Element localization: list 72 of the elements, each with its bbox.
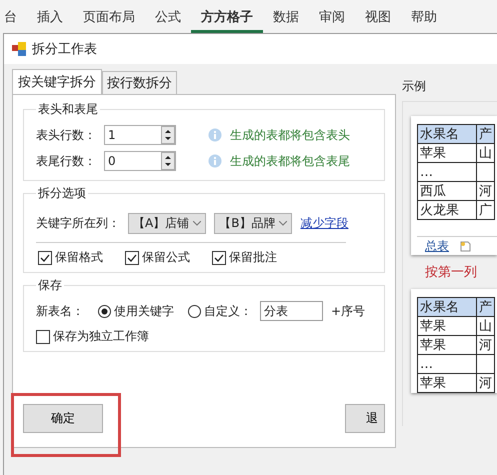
- checkbox-label: 保留格式: [55, 249, 103, 266]
- radio-button[interactable]: [98, 304, 111, 318]
- checkbox[interactable]: [36, 330, 50, 344]
- spin-field[interactable]: 0: [104, 151, 176, 171]
- table-cell: 苹果: [418, 336, 476, 354]
- table-cell: 山: [476, 316, 494, 336]
- table-cell: 山: [476, 144, 494, 162]
- ribbon-tab[interactable]: 插入: [27, 0, 73, 33]
- table-cell: 产: [476, 298, 494, 316]
- window-title: 拆分工作表: [32, 41, 97, 58]
- ribbon-tab[interactable]: 页面布局: [73, 0, 145, 33]
- table-cell: 西瓜: [418, 182, 476, 200]
- ribbon-tab[interactable]: 台: [0, 0, 27, 33]
- table-cell: 火龙果: [418, 200, 476, 220]
- table-cell: 苹果: [418, 144, 476, 162]
- ok-button[interactable]: 确定: [23, 404, 103, 433]
- checkbox[interactable]: [38, 250, 52, 264]
- caption-text: 按第一列: [424, 264, 478, 281]
- field-label: 表头行数：: [36, 126, 96, 144]
- table-cell: …: [418, 162, 476, 182]
- info-icon: [208, 128, 222, 142]
- table-cell: 水果名: [418, 124, 476, 144]
- group-title: 保存: [37, 277, 63, 294]
- table-cell: 水果名: [418, 298, 476, 316]
- group-title: 表头和表尾: [37, 101, 99, 118]
- table-cell: 河: [476, 336, 494, 354]
- ribbon-tab[interactable]: 数据: [263, 0, 309, 33]
- table-cell: 苹果: [418, 316, 476, 336]
- new-sheet-icon: [459, 240, 471, 252]
- reduce-fields-link[interactable]: 减少字段: [300, 214, 348, 232]
- ribbon-tab[interactable]: 视图: [355, 0, 401, 33]
- caret-icon: [193, 220, 202, 226]
- table-cell: 河: [476, 374, 494, 392]
- tab[interactable]: 按关键字拆分: [12, 69, 102, 94]
- ribbon-tab[interactable]: 公式: [145, 0, 191, 33]
- table-cell: …: [418, 354, 476, 374]
- hint-text: 生成的表都将包含表头: [230, 126, 350, 144]
- table-cell: [476, 354, 494, 374]
- group-title: 示例: [402, 78, 427, 95]
- spin-arrows-icon[interactable]: [161, 126, 175, 144]
- table-cell: 广: [476, 200, 494, 220]
- table-cell: 河: [476, 182, 494, 200]
- field-label: 新表名：: [36, 302, 84, 320]
- spin-field[interactable]: 1: [104, 125, 176, 145]
- group-title: 拆分选项: [37, 185, 87, 202]
- checkbox[interactable]: [125, 250, 139, 264]
- radio-button[interactable]: [188, 304, 201, 318]
- table-cell: 苹果: [418, 374, 476, 392]
- field-label: 表尾行数：: [36, 152, 96, 170]
- app-icon: [12, 42, 26, 56]
- ribbon-tab[interactable]: 审阅: [309, 0, 355, 33]
- suffix-label: +序号: [331, 302, 366, 320]
- info-icon: [208, 154, 222, 168]
- checkbox-label: 保存为独立工作簿: [53, 328, 149, 345]
- radio-label: 自定义：: [204, 302, 252, 320]
- tab[interactable]: 按行数拆分: [102, 71, 177, 94]
- checkbox[interactable]: [212, 250, 226, 264]
- checkbox-label: 保留公式: [142, 249, 190, 266]
- exit-button[interactable]: 退: [345, 404, 385, 433]
- name-field[interactable]: 分表: [260, 301, 323, 321]
- ribbon-tab[interactable]: 帮助: [401, 0, 447, 33]
- table-cell: [476, 162, 494, 182]
- column-dropdown[interactable]: 【A】店铺: [128, 212, 206, 234]
- hint-text: 生成的表都将包含表尾: [230, 152, 350, 170]
- radio-label: 使用关键字: [114, 302, 174, 320]
- spin-arrows-icon[interactable]: [161, 152, 175, 170]
- sheet-name: 总表: [424, 238, 450, 254]
- table-cell: 产: [476, 124, 494, 144]
- field-label: 关键字所在列：: [36, 214, 120, 232]
- column-dropdown[interactable]: 【B】品牌: [214, 212, 292, 234]
- checkbox-label: 保留批注: [229, 249, 277, 266]
- caret-icon: [279, 220, 288, 226]
